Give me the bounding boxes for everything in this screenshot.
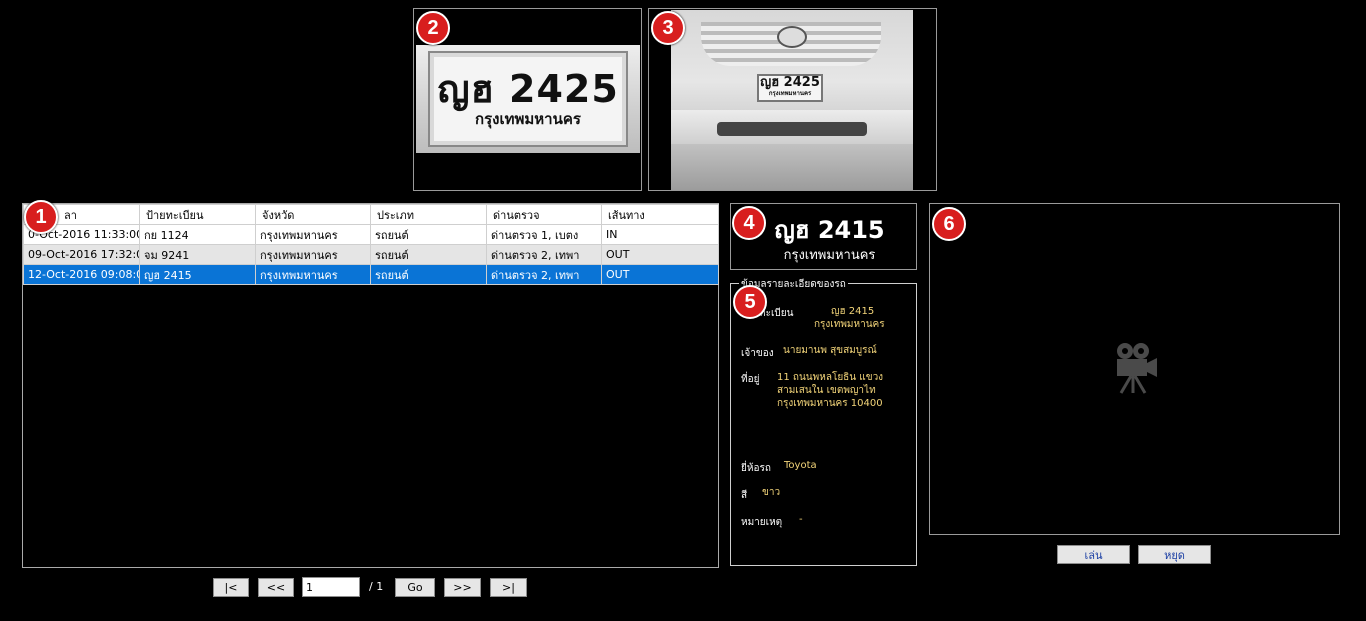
address-line3: กรุงเทพมหานคร 10400 (777, 398, 883, 409)
col-header-province[interactable]: จังหวัด (255, 204, 371, 225)
car-plate-number: ญฮ 2425 (760, 75, 820, 90)
plate-photo-province: กรุงเทพมหานคร (475, 110, 581, 128)
badge-1: 1 (24, 200, 58, 234)
table-row[interactable]: 0-Oct-2016 11:33:00 กย 1124 กรุงเทพมหานค… (23, 224, 719, 245)
plate-photo-number: ญฮ 2425 (437, 67, 619, 111)
cell-direction: IN (601, 224, 719, 245)
prev-page-button[interactable]: << (258, 578, 294, 597)
go-button[interactable]: Go (395, 578, 435, 597)
stop-button[interactable]: หยุด (1138, 545, 1211, 564)
first-page-button[interactable]: |< (213, 578, 249, 597)
cell-direction: OUT (601, 244, 719, 265)
cell-checkpoint: ด่านตรวจ 2, เทพา (486, 264, 602, 285)
cell-plate: จม 9241 (139, 244, 256, 265)
address-line1: 11 ถนนพหลโยธิน แขวง (777, 372, 884, 383)
address-label: ที่อยู่ (741, 374, 760, 385)
last-page-button[interactable]: >| (490, 578, 527, 597)
cell-time: 12-Oct-2016 09:08:00 (23, 264, 140, 285)
vehicle-details-panel: ข้อมูลรายละเอียดของรถ ทะเบียน ญฮ 2415 กร… (730, 277, 917, 566)
plate-crop-image: ญฮ 2425 กรุงเทพมหานคร (416, 45, 640, 153)
license-plate-photo: ญฮ 2425 กรุงเทพมหานคร (428, 51, 628, 147)
car-image-panel: ญฮ 2425 กรุงเทพมหานคร (648, 8, 937, 191)
table-row[interactable]: 09-Oct-2016 17:32:00 จม 9241 กรุงเทพมหาน… (23, 244, 719, 265)
cell-type: รถยนต์ (370, 224, 487, 245)
badge-2: 2 (416, 11, 450, 45)
car-vent (717, 122, 867, 136)
plate-value: ญฮ 2415 (831, 306, 875, 317)
badge-3: 3 (651, 11, 685, 45)
address-line2: สามเสนใน เขตพญาไท (777, 385, 876, 396)
owner-label: เจ้าของ (741, 348, 774, 359)
cell-time: 09-Oct-2016 17:32:00 (23, 244, 140, 265)
car-plate: ญฮ 2425 กรุงเทพมหานคร (757, 74, 823, 102)
plate-province-value: กรุงเทพมหานคร (814, 319, 885, 330)
cell-checkpoint: ด่านตรวจ 2, เทพา (486, 244, 602, 265)
records-table: ลา ป้ายทะเบียน จังหวัด ประเภท ด่านตรวจ เ… (23, 204, 719, 285)
note-label: หมายเหตุ (741, 517, 783, 528)
color-label: สี (741, 490, 748, 501)
table-header-row: ลา ป้ายทะเบียน จังหวัด ประเภท ด่านตรวจ เ… (23, 204, 719, 225)
cell-type: รถยนต์ (370, 244, 487, 265)
col-header-checkpoint[interactable]: ด่านตรวจ (486, 204, 602, 225)
cell-province: กรุงเทพมหานคร (255, 264, 371, 285)
next-page-button[interactable]: >> (444, 578, 481, 597)
badge-5: 5 (733, 285, 767, 319)
brand-value: Toyota (784, 460, 817, 471)
col-header-plate[interactable]: ป้ายทะเบียน (139, 204, 256, 225)
cell-plate: กย 1124 (139, 224, 256, 245)
badge-4: 4 (732, 206, 766, 240)
brand-label: ยี่ห้อรถ (741, 463, 771, 474)
col-header-type[interactable]: ประเภท (370, 204, 487, 225)
cell-checkpoint: ด่านตรวจ 1, เบตง (486, 224, 602, 245)
video-panel (929, 203, 1340, 535)
cell-plate: ญฮ 2415 (139, 264, 256, 285)
car-plate-province: กรุงเทพมหานคร (768, 90, 812, 97)
records-table-panel: ลา ป้ายทะเบียน จังหวัด ประเภท ด่านตรวจ เ… (22, 203, 719, 568)
col-header-direction[interactable]: เส้นทาง (601, 204, 719, 225)
color-value: ขาว (762, 487, 781, 498)
badge-6: 6 (932, 207, 966, 241)
play-button[interactable]: เล่น (1057, 545, 1130, 564)
page-number-input[interactable] (302, 577, 360, 597)
toyota-logo-icon (777, 26, 807, 48)
car-photo: ญฮ 2425 กรุงเทพมหานคร (671, 10, 913, 190)
cell-type: รถยนต์ (370, 264, 487, 285)
cell-direction: OUT (601, 264, 719, 285)
note-value: - (799, 514, 803, 525)
page-total: / 1 (369, 580, 384, 593)
owner-value: นายมานพ สุขสมบูรณ์ (783, 345, 877, 356)
table-row-selected[interactable]: 12-Oct-2016 09:08:00 ญฮ 2415 กรุงเทพมหาน… (23, 264, 719, 285)
cell-province: กรุงเทพมหานคร (255, 244, 371, 265)
plate-summary-province: กรุงเทพมหานคร (783, 248, 876, 263)
video-camera-icon (1117, 343, 1157, 394)
cell-province: กรุงเทพมหานคร (255, 224, 371, 245)
